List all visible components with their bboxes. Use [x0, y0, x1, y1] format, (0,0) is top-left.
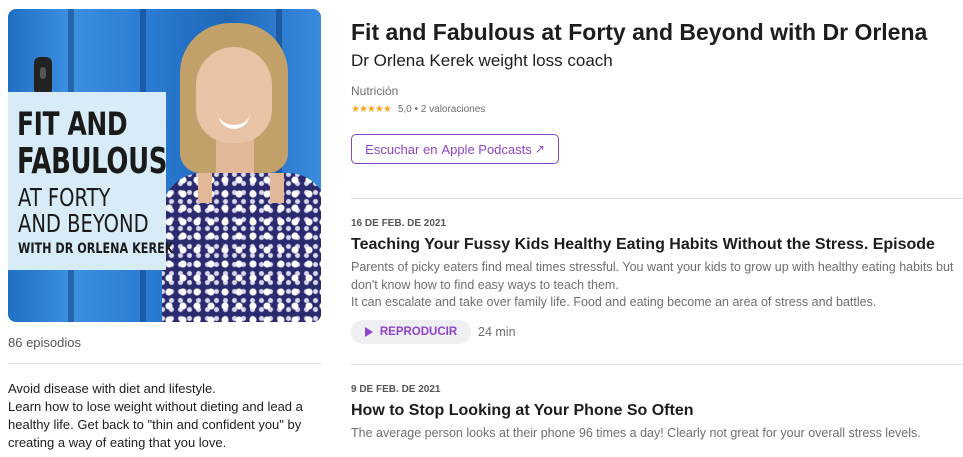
episode-title[interactable]: Teaching Your Fussy Kids Healthy Eating …: [351, 236, 963, 254]
rating-row: ★★★★★ 5,0 • 2 valoraciones: [351, 104, 485, 115]
divider: [351, 364, 963, 365]
episode-description: The average person looks at their phone …: [351, 425, 956, 443]
description-line: Learn how to lose weight without dieting…: [8, 399, 303, 450]
play-button-label: REPRODUCIR: [379, 326, 458, 338]
listen-button-label: Apple Podcasts: [441, 141, 532, 157]
show-author[interactable]: Dr Orlena Kerek weight loss coach: [351, 51, 613, 71]
play-episode-button[interactable]: REPRODUCIR: [351, 320, 471, 344]
external-arrow-icon: ↗: [534, 142, 545, 156]
episode-count: 86 episodios: [8, 335, 81, 350]
episode-date: 9 DE FEB. DE 2021: [351, 384, 441, 395]
host-photo: [158, 23, 321, 322]
show-description: Avoid disease with diet and lifestyle. L…: [8, 380, 323, 452]
artwork-title-line: FIT AND: [17, 105, 128, 143]
podcast-artwork: FIT AND FABULOUS AT FORTY AND BEYOND WIT…: [8, 9, 321, 322]
episode-description-line: Parents of picky eaters find meal times …: [351, 260, 954, 292]
listen-button-prefix: Escuchar en: [365, 141, 438, 157]
show-title: Fit and Fabulous at Forty and Beyond wit…: [351, 19, 928, 45]
episode-description-line: It can escalate and take over family lif…: [351, 295, 877, 309]
listen-on-apple-podcasts-button[interactable]: Escuchar en Apple Podcasts ↗: [351, 134, 559, 164]
divider: [8, 363, 321, 364]
artwork-subtitle-line: AND BEYOND: [18, 209, 149, 238]
artwork-host-line: WITH DR ORLENA KEREK: [18, 241, 174, 257]
play-icon: [364, 327, 373, 337]
rating-stars-icon: ★★★★★: [351, 104, 392, 115]
episode-description-line: The average person looks at their phone …: [351, 426, 921, 440]
artwork-title-line: FABULOUS: [17, 141, 168, 182]
door-lock: [34, 57, 52, 95]
episode-description: Parents of picky eaters find meal times …: [351, 259, 956, 312]
episode-title[interactable]: How to Stop Looking at Your Phone So Oft…: [351, 402, 963, 420]
episode-date: 16 DE FEB. DE 2021: [351, 218, 447, 229]
artwork-subtitle-line: AT FORTY: [18, 183, 111, 212]
divider: [351, 198, 963, 199]
episode-duration: 24 min: [478, 325, 516, 339]
rating-text: 5,0 • 2 valoraciones: [397, 104, 486, 115]
description-line: Avoid disease with diet and lifestyle.: [8, 381, 216, 396]
show-category[interactable]: Nutrición: [351, 84, 398, 98]
